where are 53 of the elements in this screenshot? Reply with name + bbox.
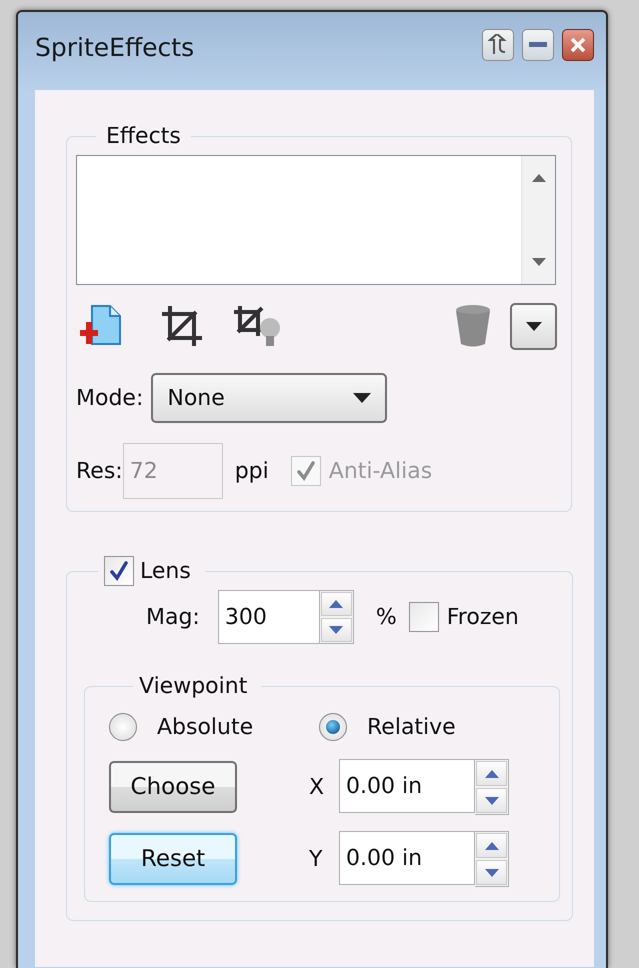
up-arrow-icon [329, 600, 344, 608]
spin-down-button[interactable] [320, 618, 352, 642]
spin-up-button[interactable] [476, 761, 507, 786]
res-label: Res: [76, 458, 123, 484]
mag-label: Mag: [146, 604, 200, 630]
choose-button[interactable]: Choose [109, 761, 237, 813]
frozen-checkbox[interactable] [408, 602, 439, 632]
up-arrow-icon [484, 770, 498, 778]
scroll-up-icon[interactable] [532, 174, 546, 182]
spin-up-button[interactable] [320, 592, 352, 616]
close-icon [570, 37, 586, 53]
lens-checkbox[interactable] [104, 556, 134, 586]
spin-down-button[interactable] [476, 788, 507, 813]
window-title: SpriteEffects [35, 32, 196, 62]
radio-button[interactable] [319, 713, 347, 741]
down-arrow-icon [329, 626, 344, 634]
spin-up-button[interactable] [476, 833, 507, 858]
coordinate-field[interactable]: 0.00 in [339, 759, 475, 813]
minimize-icon [529, 42, 547, 48]
add-effect-icon[interactable] [80, 304, 122, 348]
scroll-down-icon[interactable] [532, 258, 546, 266]
radio-label: Absolute [157, 714, 254, 740]
close-button[interactable] [562, 29, 594, 61]
radio-label: Relative [367, 714, 456, 740]
anti-alias-label: Anti-Alias [328, 458, 432, 484]
crop-icon[interactable] [160, 304, 204, 348]
group-title: Viewpoint [138, 674, 248, 699]
trash-icon[interactable] [454, 304, 492, 348]
mag-field[interactable]: 300 [218, 590, 320, 644]
reset-button[interactable]: Reset [109, 833, 237, 885]
spin-down-button[interactable] [476, 860, 507, 885]
up-arrow-icon [484, 842, 498, 850]
caret-icon [526, 322, 542, 330]
minimize-button[interactable] [522, 29, 554, 61]
scrollbar[interactable] [521, 156, 555, 284]
axis-label: Y [309, 846, 324, 872]
radio-button[interactable] [109, 713, 137, 741]
down-arrow-icon [484, 796, 498, 804]
frozen-label: Frozen [446, 604, 519, 630]
group-title: Effects [105, 124, 182, 149]
crop-bulb-icon[interactable] [232, 304, 282, 348]
down-arrow-icon [484, 868, 498, 876]
effects-list[interactable] [76, 155, 556, 285]
percent-label: % [376, 604, 397, 630]
mode-dropdown[interactable]: None [151, 373, 388, 423]
coordinate-field[interactable]: 0.00 in [339, 831, 475, 885]
mode-label: Mode: [76, 386, 144, 410]
dock-button[interactable] [482, 29, 514, 61]
caret-icon [353, 393, 372, 403]
unit-label: ppi [234, 458, 269, 484]
menu-button[interactable] [510, 302, 557, 350]
axis-label: X [309, 774, 326, 800]
lens-label: Lens [140, 558, 191, 584]
